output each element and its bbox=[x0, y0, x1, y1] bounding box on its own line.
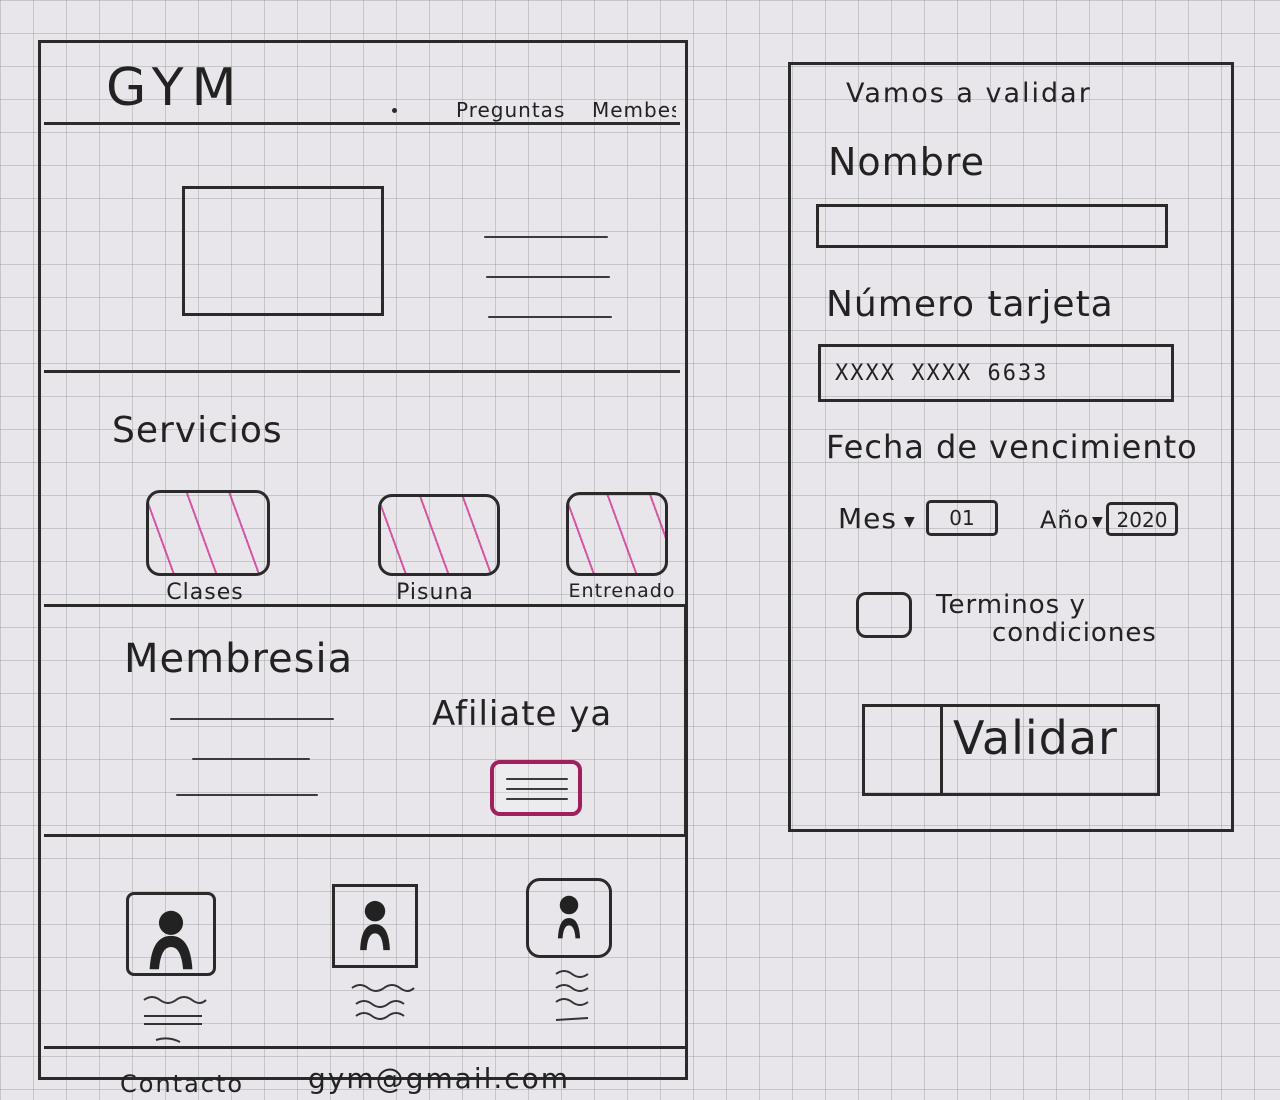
expiry-label: Fecha de vencimiento bbox=[826, 428, 1198, 466]
service-card-clases[interactable] bbox=[146, 490, 270, 576]
service-card-entrenado[interactable] bbox=[566, 492, 668, 576]
hero-image-placeholder bbox=[182, 186, 384, 316]
trainer-caption bbox=[351, 984, 415, 1020]
name-label: Nombre bbox=[828, 140, 985, 184]
gym-logo[interactable]: GYM bbox=[106, 58, 244, 118]
hero-text-line bbox=[486, 276, 610, 278]
person-icon bbox=[149, 910, 193, 970]
service-label-entrenado: Entrenado bbox=[568, 580, 676, 602]
membership-right-border bbox=[684, 604, 687, 836]
validate-button-icon-area bbox=[865, 707, 943, 793]
trainer-card[interactable] bbox=[126, 892, 216, 976]
service-label-clases: Clases bbox=[166, 580, 244, 605]
validate-button-label: Validar bbox=[953, 711, 1118, 765]
trainer-caption bbox=[143, 996, 207, 1043]
chevron-down-icon[interactable]: ▼ bbox=[904, 514, 915, 530]
services-divider bbox=[44, 604, 684, 607]
membership-cta-text: Afiliate ya bbox=[432, 694, 613, 734]
header-divider bbox=[44, 122, 680, 125]
card-number-label: Número tarjeta bbox=[826, 284, 1114, 325]
person-icon bbox=[360, 900, 390, 951]
service-label-pisuna: Pisuna bbox=[396, 580, 474, 605]
year-select[interactable]: 2020 bbox=[1106, 502, 1178, 536]
card-number-input[interactable] bbox=[818, 344, 1174, 402]
join-button-line bbox=[506, 778, 568, 780]
footer-divider bbox=[44, 1046, 688, 1049]
services-title: Servicios bbox=[112, 410, 283, 451]
membership-title: Membresia bbox=[124, 636, 354, 682]
trainer-caption bbox=[555, 970, 589, 1021]
year-label: Año bbox=[1040, 506, 1090, 534]
contact-label: Contacto bbox=[120, 1070, 245, 1098]
month-select[interactable]: 01 bbox=[926, 500, 998, 536]
membership-divider bbox=[44, 834, 686, 837]
contact-email-link[interactable]: gym@gmail.com bbox=[308, 1062, 570, 1095]
name-input[interactable] bbox=[816, 204, 1168, 248]
hero-text-line bbox=[484, 236, 608, 238]
terms-label-line2: condiciones bbox=[992, 618, 1157, 648]
nav-link-questions[interactable]: Preguntas bbox=[456, 98, 565, 122]
trainer-card[interactable] bbox=[526, 878, 612, 958]
trainer-card[interactable] bbox=[332, 884, 418, 968]
service-card-pisuna[interactable] bbox=[378, 494, 500, 576]
membership-text-line bbox=[170, 718, 334, 720]
nav-link-membership[interactable]: Membes bbox=[592, 98, 676, 122]
membership-text-line bbox=[192, 758, 310, 760]
form-title: Vamos a validar bbox=[846, 78, 1092, 109]
join-button-line bbox=[506, 788, 568, 790]
month-label: Mes bbox=[838, 502, 897, 535]
hero-divider bbox=[44, 370, 680, 373]
chevron-down-icon[interactable]: ▼ bbox=[1092, 514, 1103, 530]
nav-dot bbox=[392, 108, 397, 113]
terms-checkbox[interactable] bbox=[856, 592, 912, 638]
membership-text-line bbox=[176, 794, 318, 796]
validate-button[interactable]: Validar bbox=[862, 704, 1160, 796]
hero-text-line bbox=[488, 316, 612, 318]
join-button-line bbox=[506, 798, 568, 800]
terms-label-line1: Terminos y bbox=[936, 590, 1086, 620]
join-now-button[interactable] bbox=[490, 760, 582, 816]
person-icon bbox=[557, 895, 581, 939]
